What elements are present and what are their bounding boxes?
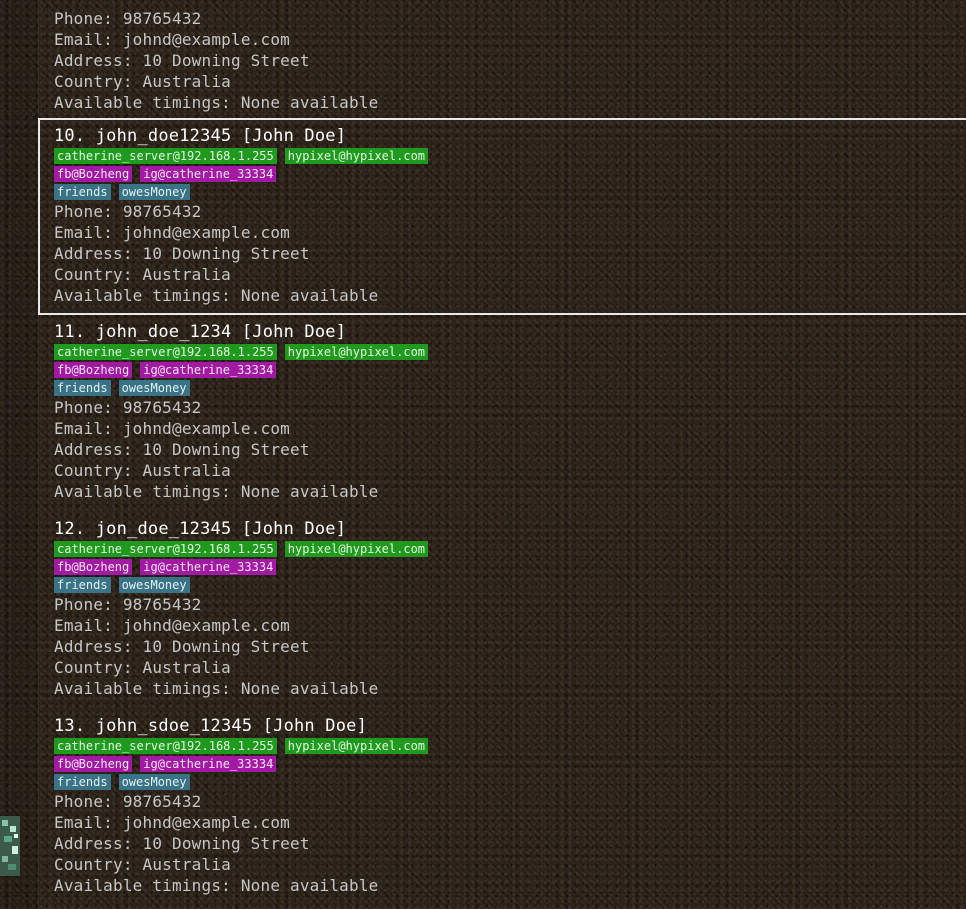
contact-title: 10. john_doe12345 [John Doe]: [54, 126, 347, 146]
social-tags: fb@Bozheng ig@catherine_33334: [54, 558, 966, 576]
group-tag: friends: [54, 577, 111, 593]
contact-title: 11. john_doe_1234 [John Doe]: [54, 322, 347, 342]
email-text: Email: johnd@example.com: [54, 813, 290, 832]
contact-title: 12. jon_doe_12345 [John Doe]: [54, 519, 347, 539]
minecraft-block-icon: [0, 816, 20, 876]
server-tag: hypixel@hypixel.com: [284, 738, 429, 754]
address-text: Address: 10 Downing Street: [54, 834, 310, 853]
group-tag: owesMoney: [118, 380, 190, 396]
group-tags: friends owesMoney: [54, 379, 966, 397]
server-tags: catherine_server@192.168.1.255 hypixel@h…: [54, 540, 966, 558]
social-tag: fb@Bozheng: [54, 362, 133, 378]
timings-text: Available timings: None available: [54, 679, 379, 698]
group-tag: friends: [54, 774, 111, 790]
social-tags: fb@Bozheng ig@catherine_33334: [54, 361, 966, 379]
social-tag: fb@Bozheng: [54, 756, 133, 772]
server-tag: hypixel@hypixel.com: [284, 148, 429, 164]
phone-text: Phone: 98765432: [54, 595, 202, 614]
email-text: Email: johnd@example.com: [54, 30, 290, 49]
address-text: Address: 10 Downing Street: [54, 440, 310, 459]
group-tags: friends owesMoney: [54, 183, 966, 201]
country-text: Country: Australia: [54, 658, 231, 677]
contact-entry-selected[interactable]: 10. john_doe12345 [John Doe] catherine_s…: [38, 118, 966, 315]
social-tag: ig@catherine_33334: [140, 166, 277, 182]
timings-text: Available timings: None available: [54, 286, 379, 305]
phone-text: Phone: 98765432: [54, 9, 202, 28]
server-tags: catherine_server@192.168.1.255 hypixel@h…: [54, 343, 966, 361]
address-text: Address: 10 Downing Street: [54, 51, 310, 70]
side-panel: [0, 0, 39, 909]
phone-text: Phone: 98765432: [54, 792, 202, 811]
group-tags: friends: [54, 0, 966, 8]
phone-text: Phone: 98765432: [54, 398, 202, 417]
timings-text: Available timings: None available: [54, 482, 379, 501]
group-tag: friends: [54, 184, 111, 200]
contact-entry[interactable]: friends Phone: 98765432 Email: johnd@exa…: [38, 0, 966, 113]
contact-title: 13. john_sdoe_12345 [John Doe]: [54, 716, 368, 736]
country-text: Country: Australia: [54, 72, 231, 91]
server-tag: catherine_server@192.168.1.255: [54, 148, 277, 164]
social-tag: fb@Bozheng: [54, 559, 133, 575]
social-tags: fb@Bozheng ig@catherine_33334: [54, 755, 966, 773]
country-text: Country: Australia: [54, 265, 231, 284]
social-tags: fb@Bozheng ig@catherine_33334: [54, 165, 966, 183]
social-tag: ig@catherine_33334: [140, 559, 277, 575]
group-tag: owesMoney: [118, 184, 190, 200]
social-tag: ig@catherine_33334: [140, 756, 277, 772]
social-tag: fb@Bozheng: [54, 166, 133, 182]
social-tag: ig@catherine_33334: [140, 362, 277, 378]
server-tags: catherine_server@192.168.1.255 hypixel@h…: [54, 147, 966, 165]
server-tag: catherine_server@192.168.1.255: [54, 344, 277, 360]
email-text: Email: johnd@example.com: [54, 419, 290, 438]
timings-text: Available timings: None available: [54, 876, 379, 895]
group-tag: friends: [54, 380, 111, 396]
contact-entry[interactable]: 13. john_sdoe_12345 [John Doe] catherine…: [38, 716, 966, 896]
address-text: Address: 10 Downing Street: [54, 637, 310, 656]
server-tag: hypixel@hypixel.com: [284, 541, 429, 557]
server-tag: catherine_server@192.168.1.255: [54, 738, 277, 754]
contact-entry[interactable]: 12. jon_doe_12345 [John Doe] catherine_s…: [38, 519, 966, 699]
group-tag: owesMoney: [118, 774, 190, 790]
email-text: Email: johnd@example.com: [54, 616, 290, 635]
contact-entry[interactable]: 11. john_doe_1234 [John Doe] catherine_s…: [38, 322, 966, 502]
country-text: Country: Australia: [54, 461, 231, 480]
server-tag: hypixel@hypixel.com: [284, 344, 429, 360]
phone-text: Phone: 98765432: [54, 202, 202, 221]
server-tag: catherine_server@192.168.1.255: [54, 541, 277, 557]
group-tags: friends owesMoney: [54, 773, 966, 791]
group-tags: friends owesMoney: [54, 576, 966, 594]
email-text: Email: johnd@example.com: [54, 223, 290, 242]
group-tag: owesMoney: [118, 577, 190, 593]
timings-text: Available timings: None available: [54, 93, 379, 112]
country-text: Country: Australia: [54, 855, 231, 874]
address-text: Address: 10 Downing Street: [54, 244, 310, 263]
server-tags: catherine_server@192.168.1.255 hypixel@h…: [54, 737, 966, 755]
